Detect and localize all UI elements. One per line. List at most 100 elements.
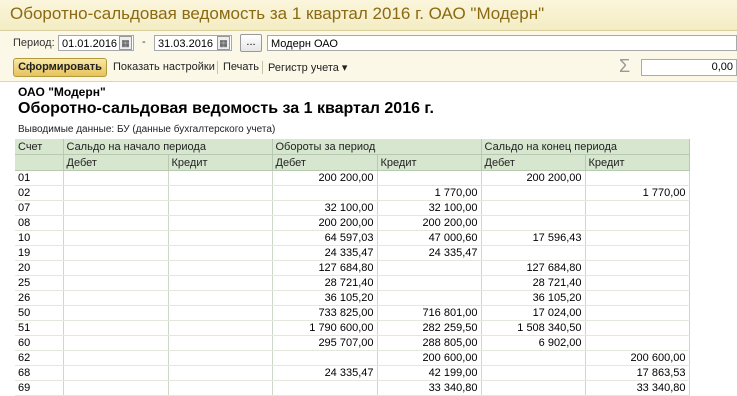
cell-account: 20 xyxy=(15,260,64,276)
cell-opening-credit xyxy=(168,380,273,396)
register-menu-button[interactable]: Регистр учета ▾ xyxy=(268,61,347,74)
cell-opening-debit xyxy=(63,200,169,216)
sigma-icon: Σ xyxy=(619,56,631,76)
show-settings-button[interactable]: Показать настройки xyxy=(113,61,215,73)
table-row[interactable]: 69 33 340,80 33 340,80 xyxy=(15,380,690,396)
period-from-value: 01.01.2016 xyxy=(62,38,118,50)
cell-turnover-credit: 288 805,00 xyxy=(377,335,482,351)
header-row-sides: Дебет Кредит Дебет Кредит Дебет Кредит xyxy=(15,154,690,171)
header-turnover: Обороты за период xyxy=(272,139,482,155)
organization-input[interactable]: Модерн ОАО xyxy=(267,35,737,51)
cell-opening-debit xyxy=(63,380,169,396)
cell-opening-credit xyxy=(168,185,273,201)
table-row[interactable]: 25 28 721,40 28 721,40 xyxy=(15,275,690,291)
period-to-value: 31.03.2016 xyxy=(158,38,214,50)
cell-turnover-debit: 36 105,20 xyxy=(272,290,378,306)
cell-account: 62 xyxy=(15,350,64,366)
cell-closing-credit xyxy=(585,320,690,336)
window-title: Оборотно-сальдовая ведомость за 1 кварта… xyxy=(10,4,545,23)
period-select-button[interactable]: ... xyxy=(240,34,262,52)
cell-opening-debit xyxy=(63,245,169,261)
cell-turnover-credit: 200 600,00 xyxy=(377,350,482,366)
cell-closing-debit: 17 024,00 xyxy=(481,305,586,321)
cell-turnover-credit: 716 801,00 xyxy=(377,305,482,321)
cell-closing-credit xyxy=(585,335,690,351)
header-closing-debit: Дебет xyxy=(481,154,586,171)
cell-closing-credit xyxy=(585,245,690,261)
table-row[interactable]: 68 24 335,47 42 199,00 17 863,53 xyxy=(15,365,690,381)
cell-closing-debit xyxy=(481,350,586,366)
cell-opening-credit xyxy=(168,290,273,306)
calendar-icon[interactable]: ▦ xyxy=(217,36,230,50)
cell-account: 08 xyxy=(15,215,64,231)
cell-account: 07 xyxy=(15,200,64,216)
cell-turnover-credit: 33 340,80 xyxy=(377,380,482,396)
table-row[interactable]: 60 295 707,00 288 805,00 6 902,00 xyxy=(15,335,690,351)
header-turnover-credit: Кредит xyxy=(377,154,482,171)
header-opening-balance: Сальдо на начало периода xyxy=(63,139,273,155)
cell-closing-debit xyxy=(481,245,586,261)
cell-closing-debit xyxy=(481,200,586,216)
header-opening-credit: Кредит xyxy=(168,154,273,171)
cell-turnover-debit xyxy=(272,350,378,366)
table-row[interactable]: 50 733 825,00 716 801,00 17 024,00 xyxy=(15,305,690,321)
cell-opening-debit xyxy=(63,350,169,366)
cell-closing-credit xyxy=(585,305,690,321)
cell-opening-credit xyxy=(168,320,273,336)
cell-closing-credit: 17 863,53 xyxy=(585,365,690,381)
cell-closing-debit xyxy=(481,380,586,396)
toolbar-separator xyxy=(262,61,263,74)
period-separator: - xyxy=(142,36,146,48)
cell-turnover-credit: 200 200,00 xyxy=(377,215,482,231)
cell-opening-credit xyxy=(168,245,273,261)
table-row[interactable]: 19 24 335,47 24 335,47 xyxy=(15,245,690,261)
cell-closing-debit: 1 508 340,50 xyxy=(481,320,586,336)
table-row[interactable]: 62 200 600,00 200 600,00 xyxy=(15,350,690,366)
window-titlebar: Оборотно-сальдовая ведомость за 1 кварта… xyxy=(0,0,737,31)
period-label: Период: xyxy=(13,37,55,49)
cell-opening-credit xyxy=(168,170,273,186)
cell-opening-credit xyxy=(168,350,273,366)
sum-field[interactable]: 0,00 xyxy=(641,59,737,76)
header-turnover-debit: Дебет xyxy=(272,154,378,171)
cell-account: 60 xyxy=(15,335,64,351)
cell-opening-debit xyxy=(63,290,169,306)
cell-opening-debit xyxy=(63,170,169,186)
cell-opening-debit xyxy=(63,260,169,276)
toolbar-separator xyxy=(217,61,218,74)
table-row[interactable]: 10 64 597,03 47 000,60 17 596,43 xyxy=(15,230,690,246)
cell-turnover-credit: 24 335,47 xyxy=(377,245,482,261)
cell-opening-credit xyxy=(168,305,273,321)
balance-sheet-table: Счет Сальдо на начало периода Обороты за… xyxy=(15,139,690,396)
cell-turnover-debit xyxy=(272,185,378,201)
table-row[interactable]: 20 127 684,80 127 684,80 xyxy=(15,260,690,276)
cell-turnover-credit: 282 259,50 xyxy=(377,320,482,336)
cell-turnover-credit xyxy=(377,260,482,276)
cell-turnover-debit: 200 200,00 xyxy=(272,215,378,231)
cell-turnover-debit xyxy=(272,380,378,396)
cell-turnover-debit: 32 100,00 xyxy=(272,200,378,216)
cell-account: 68 xyxy=(15,365,64,381)
print-button[interactable]: Печать xyxy=(223,61,259,73)
table-row[interactable]: 51 1 790 600,00 282 259,50 1 508 340,50 xyxy=(15,320,690,336)
header-account-blank xyxy=(15,154,64,171)
cell-closing-debit: 6 902,00 xyxy=(481,335,586,351)
cell-opening-debit xyxy=(63,185,169,201)
header-closing-credit: Кредит xyxy=(585,154,690,171)
cell-closing-credit: 1 770,00 xyxy=(585,185,690,201)
table-row[interactable]: 02 1 770,00 1 770,00 xyxy=(15,185,690,201)
table-row[interactable]: 26 36 105,20 36 105,20 xyxy=(15,290,690,306)
cell-account: 26 xyxy=(15,290,64,306)
cell-opening-credit xyxy=(168,260,273,276)
header-account: Счет xyxy=(15,139,64,155)
table-row[interactable]: 07 32 100,00 32 100,00 xyxy=(15,200,690,216)
header-opening-debit: Дебет xyxy=(63,154,169,171)
cell-opening-debit xyxy=(63,230,169,246)
table-row[interactable]: 08 200 200,00 200 200,00 xyxy=(15,215,690,231)
generate-button[interactable]: Сформировать xyxy=(13,58,107,77)
table-row[interactable]: 01 200 200,00 200 200,00 xyxy=(15,170,690,186)
cell-account: 02 xyxy=(15,185,64,201)
cell-account: 25 xyxy=(15,275,64,291)
calendar-icon[interactable]: ▦ xyxy=(119,36,132,50)
cell-opening-credit xyxy=(168,230,273,246)
